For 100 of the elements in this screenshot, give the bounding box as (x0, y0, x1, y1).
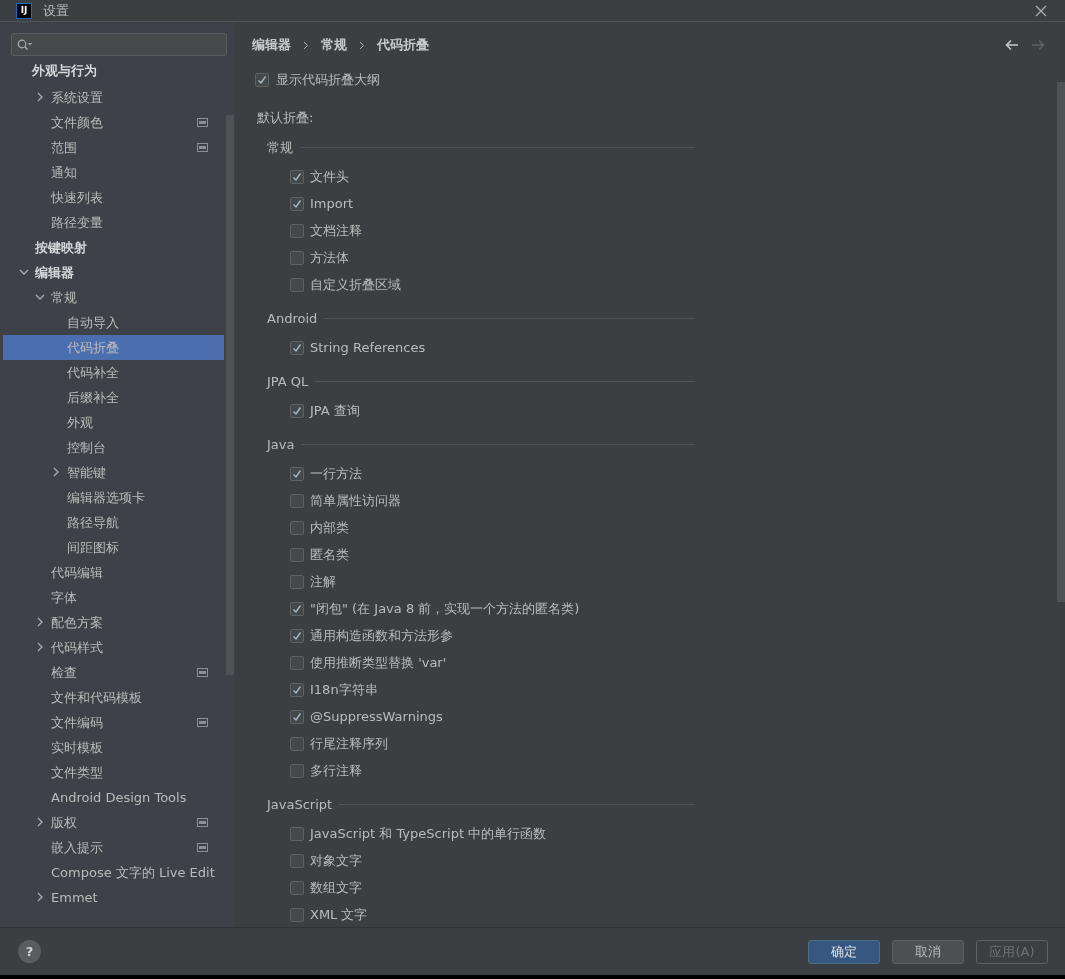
checkbox[interactable] (290, 467, 304, 481)
checkbox[interactable] (290, 494, 304, 508)
tree-item[interactable]: 实时模板 (3, 735, 224, 760)
checkbox-label: XML 文字 (310, 906, 368, 925)
tree-item[interactable]: 文件类型 (3, 760, 224, 785)
tree-item[interactable]: 范围 (3, 135, 224, 160)
chevron-right-icon[interactable] (35, 892, 45, 902)
checkbox[interactable] (255, 73, 269, 87)
tree-item[interactable]: 后缀补全 (3, 385, 224, 410)
checkbox[interactable] (290, 521, 304, 535)
checkbox[interactable] (290, 854, 304, 868)
tree-item[interactable]: 嵌入提示 (3, 835, 224, 860)
check-icon (292, 604, 302, 614)
checkbox-label: I18n字符串 (310, 681, 378, 700)
tree-item[interactable]: 快速列表 (3, 185, 224, 210)
checkbox[interactable] (290, 278, 304, 292)
checkbox[interactable] (290, 908, 304, 922)
checkbox[interactable] (290, 341, 304, 355)
checkbox[interactable] (290, 827, 304, 841)
tree-item-label: Android Design Tools (51, 788, 188, 807)
breadcrumb-item[interactable]: 常规 (321, 35, 347, 55)
tree-item-label: 实时模板 (51, 738, 104, 757)
tree-item[interactable]: 外观 (3, 410, 224, 435)
checkbox[interactable] (290, 683, 304, 697)
checkbox[interactable] (290, 764, 304, 778)
tree-item-label: 文件和代码模板 (51, 688, 143, 707)
back-arrow-icon[interactable] (1005, 39, 1019, 51)
chevron-down-icon[interactable] (35, 292, 45, 302)
tree-item[interactable]: 控制台 (3, 435, 224, 460)
tree-item-label: 代码折叠 (67, 338, 120, 357)
tree-item[interactable]: 自动导入 (3, 310, 224, 335)
tree-item[interactable]: 系统设置 (3, 85, 224, 110)
help-button[interactable]: ? (18, 940, 41, 963)
tree-item-label: 检查 (51, 663, 78, 682)
tree-item[interactable]: Android Design Tools (3, 785, 224, 810)
tree-item[interactable]: Compose 文字的 Live Edit (3, 860, 224, 885)
checkbox-label: 方法体 (310, 249, 349, 268)
tree-item[interactable]: 版权 (3, 810, 224, 835)
checkbox[interactable] (290, 251, 304, 265)
chevron-right-icon[interactable] (35, 92, 45, 102)
chevron-right-icon[interactable] (51, 467, 61, 477)
checkbox-label: 匿名类 (310, 546, 349, 565)
checkbox[interactable] (290, 224, 304, 238)
check-icon (257, 75, 267, 85)
check-icon (292, 631, 302, 641)
tree-item[interactable]: 间距图标 (3, 535, 224, 560)
checkbox[interactable] (290, 404, 304, 418)
chevron-right-icon[interactable] (35, 817, 45, 827)
checkbox[interactable] (290, 197, 304, 211)
project-icon (197, 818, 208, 827)
project-icon (197, 143, 208, 152)
checkbox[interactable] (290, 548, 304, 562)
tree-item[interactable]: 按键映射 (3, 235, 224, 260)
tree-item[interactable]: 文件编码 (3, 710, 224, 735)
checkbox[interactable] (290, 575, 304, 589)
tree-item[interactable]: 常规 (3, 285, 224, 310)
breadcrumb-item[interactable]: 编辑器 (252, 35, 291, 55)
tree-item[interactable]: 字体 (3, 585, 224, 610)
checkbox[interactable] (290, 629, 304, 643)
checkbox-label: String References (310, 339, 426, 358)
tree-item[interactable]: 代码样式 (3, 635, 224, 660)
checkbox[interactable] (290, 881, 304, 895)
checkbox[interactable] (290, 737, 304, 751)
chevron-right-icon[interactable] (35, 617, 45, 627)
tree-item[interactable]: 智能键 (3, 460, 224, 485)
tree-item[interactable]: 路径变量 (3, 210, 224, 235)
close-icon[interactable] (1035, 4, 1047, 17)
tree-item[interactable]: 通知 (3, 160, 224, 185)
tree-item[interactable]: 文件和代码模板 (3, 685, 224, 710)
checkbox-label: 简单属性访问器 (310, 492, 401, 511)
checkbox[interactable] (290, 656, 304, 670)
tree-item-label: 版权 (51, 813, 78, 832)
search-field[interactable] (11, 33, 227, 56)
checkbox-label: 多行注释 (310, 762, 362, 781)
chevron-down-icon[interactable] (19, 267, 29, 277)
tree-item[interactable]: 编辑器 (3, 260, 224, 285)
checkbox[interactable] (290, 602, 304, 616)
tree-item[interactable]: 路径导航 (3, 510, 224, 535)
tree-item[interactable]: 检查 (3, 660, 224, 685)
tree-item[interactable]: 代码补全 (3, 360, 224, 385)
tree-item-label: 自动导入 (67, 313, 120, 332)
checkbox-label: Import (310, 195, 354, 214)
checkbox[interactable] (290, 170, 304, 184)
check-icon (292, 199, 302, 209)
tree-item[interactable]: 编辑器选项卡 (3, 485, 224, 510)
tree-item-label: 智能键 (67, 463, 107, 482)
window-title: 设置 (43, 1, 69, 20)
tree-item[interactable]: 配色方案 (3, 610, 224, 635)
checkbox-label: 使用推断类型替换 'var' (310, 654, 447, 673)
breadcrumb-item[interactable]: 代码折叠 (377, 35, 429, 55)
dialog-button[interactable]: 取消 (892, 939, 964, 964)
tree-item-label: 代码补全 (67, 363, 120, 382)
checkbox-label: 文档注释 (310, 222, 362, 241)
dialog-button[interactable]: 确定 (808, 939, 880, 964)
tree-header[interactable]: 外观与行为 (3, 58, 235, 83)
tree-item[interactable]: 代码编辑 (3, 560, 224, 585)
chevron-right-icon[interactable] (35, 642, 45, 652)
tree-item[interactable]: 文件颜色 (3, 110, 224, 135)
tree-item[interactable]: Emmet (3, 885, 224, 910)
checkbox[interactable] (290, 710, 304, 724)
